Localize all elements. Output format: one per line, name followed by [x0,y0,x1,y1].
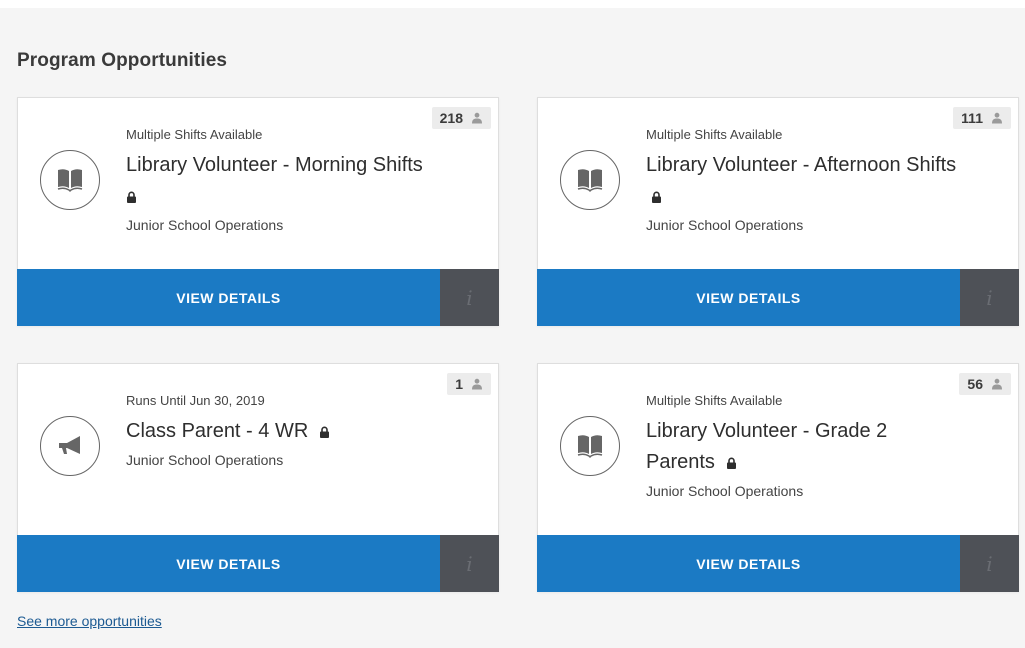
person-icon [472,378,482,390]
person-icon [472,112,482,124]
card-footer: VIEW DETAILS i [17,535,499,592]
page: Program Opportunities 218 Multiple Shift… [0,0,1025,648]
opportunity-card: 56 Multiple Shifts Available Library Vol… [537,363,1019,592]
person-icon [992,112,1002,124]
department-text: Junior School Operations [126,217,284,233]
info-icon: i [466,285,473,310]
opportunity-title[interactable]: Library Volunteer - Grade 2 Parents [646,416,936,478]
lock-icon [726,457,736,469]
opportunity-title-text: Library Volunteer - Grade 2 Parents [646,420,888,473]
lock-icon [319,426,329,438]
opportunity-title-text: Class Parent - 4 WR [126,420,309,442]
availability-text: Multiple Shifts Available [646,393,783,408]
view-details-button[interactable]: VIEW DETAILS [17,535,440,592]
department-text: Junior School Operations [646,483,804,499]
volunteer-count: 218 [439,110,463,126]
book-icon [560,416,620,476]
card-text: Multiple Shifts Available Library Volunt… [646,392,996,501]
info-icon: i [986,285,993,310]
info-icon: i [466,551,473,576]
department-text: Junior School Operations [126,452,284,468]
lock-icon [127,191,136,203]
info-button[interactable]: i [960,269,1019,326]
opportunity-card: 111 Multiple Shifts Available Library Vo… [537,97,1019,326]
volunteer-count: 111 [961,110,983,126]
card-text: Runs Until Jun 30, 2019 Class Parent - 4… [126,392,476,470]
card-body: 56 Multiple Shifts Available Library Vol… [538,364,1018,535]
opportunity-title-text: Library Volunteer - Morning Shifts [126,154,423,176]
opportunity-title[interactable]: Library Volunteer - Morning Shifts [126,150,464,212]
megaphone-icon [40,416,100,476]
program-opportunities-panel: Program Opportunities 218 Multiple Shift… [0,8,1025,648]
card-footer: VIEW DETAILS i [17,269,499,326]
card-text: Multiple Shifts Available Library Volunt… [126,126,476,235]
opportunity-card: 218 Multiple Shifts Available Library Vo… [17,97,499,326]
card-body: 111 Multiple Shifts Available Library Vo… [538,98,1018,269]
section-title: Program Opportunities [17,50,228,71]
person-icon [992,378,1002,390]
availability-text: Multiple Shifts Available [126,127,263,142]
info-button[interactable]: i [440,535,499,592]
volunteer-count: 56 [967,376,983,392]
book-icon [40,150,100,210]
view-details-button[interactable]: VIEW DETAILS [537,269,960,326]
book-icon [560,150,620,210]
opportunity-title[interactable]: Class Parent - 4 WR [126,416,476,447]
info-button[interactable]: i [960,535,1019,592]
opportunity-title[interactable]: Library Volunteer - Afternoon Shifts [646,150,966,212]
opportunity-title-text: Library Volunteer - Afternoon Shifts [646,154,957,176]
info-button[interactable]: i [440,269,499,326]
info-icon: i [986,551,993,576]
view-details-button[interactable]: VIEW DETAILS [537,535,960,592]
card-text: Multiple Shifts Available Library Volunt… [646,126,996,235]
opportunity-card: 1 Runs Until Jun 30, 2019 Class Parent -… [17,363,499,592]
card-body: 1 Runs Until Jun 30, 2019 Class Parent -… [18,364,498,535]
department-text: Junior School Operations [646,217,804,233]
card-footer: VIEW DETAILS i [537,269,1019,326]
availability-text: Multiple Shifts Available [646,127,783,142]
see-more-opportunities-link[interactable]: See more opportunities [17,613,162,629]
card-body: 218 Multiple Shifts Available Library Vo… [18,98,498,269]
volunteer-count: 1 [455,376,463,392]
card-footer: VIEW DETAILS i [537,535,1019,592]
lock-icon [652,191,661,203]
view-details-button[interactable]: VIEW DETAILS [17,269,440,326]
availability-text: Runs Until Jun 30, 2019 [126,393,265,408]
